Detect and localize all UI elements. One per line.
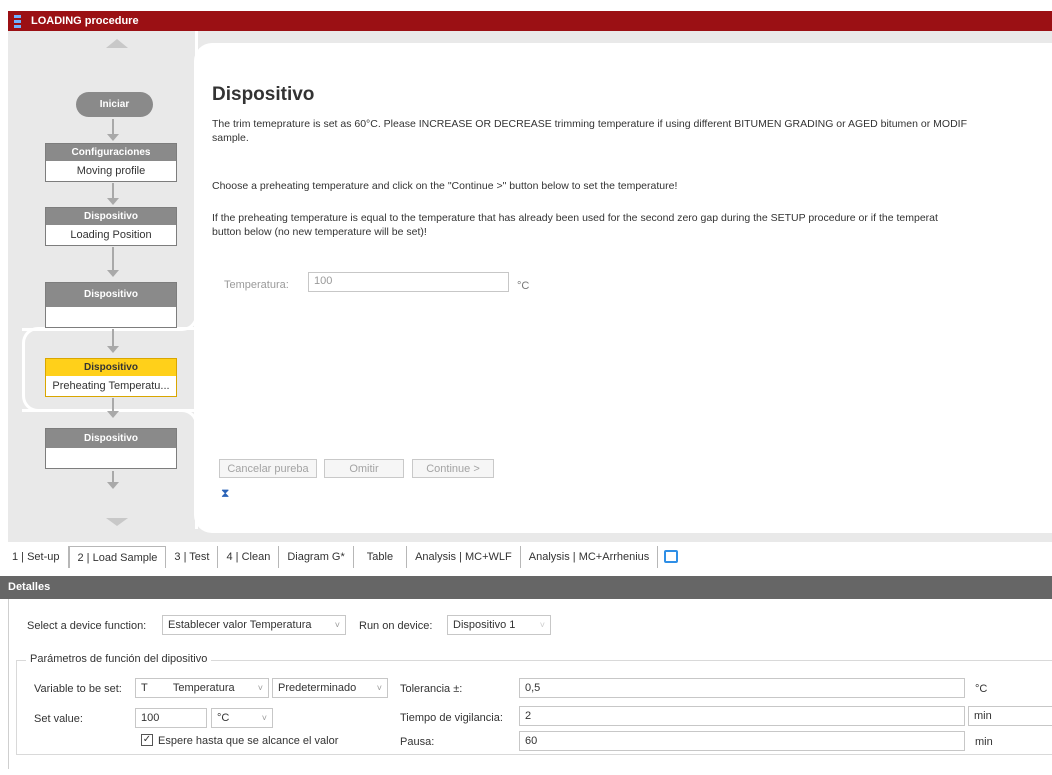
window-titlebar: LOADING procedure xyxy=(8,11,1052,31)
flow-arrow xyxy=(107,471,119,489)
tab-table[interactable]: Table xyxy=(353,546,408,568)
set-unit-select[interactable]: °C ˅ xyxy=(211,708,273,728)
flow-node-head: Dispositivo xyxy=(46,208,176,225)
instruction-text-3: If the preheating temperature is equal t… xyxy=(212,212,938,224)
flow-node-head: Dispositivo xyxy=(46,283,176,307)
flow-node-body xyxy=(46,448,176,468)
flow-node-configuraciones[interactable]: Configuraciones Moving profile xyxy=(45,143,177,182)
window-title: LOADING procedure xyxy=(31,15,139,27)
pause-unit: min xyxy=(975,736,993,748)
cancel-test-button[interactable]: Cancelar pureba xyxy=(219,459,317,478)
flow-node-body: Loading Position xyxy=(70,229,152,241)
tab-load-sample[interactable]: 2 | Load Sample xyxy=(68,546,167,568)
tolerance-input[interactable]: 0,5 xyxy=(519,678,965,698)
temperature-input[interactable]: 100 xyxy=(308,272,509,292)
chevron-down-icon: ˅ xyxy=(261,713,267,723)
active-step-bracket-lower xyxy=(22,409,198,529)
device-params-group-label: Parámetros de función del dipositivo xyxy=(26,653,212,665)
flow-arrow xyxy=(107,119,119,141)
variable-value: Temperatura xyxy=(172,682,235,694)
watch-time-unit-value: min xyxy=(974,710,992,722)
variable-select[interactable]: T Temperatura ˅ xyxy=(135,678,269,698)
device-function-value: Establecer valor Temperatura xyxy=(168,619,312,631)
flow-node-body: Preheating Temperatu... xyxy=(52,380,170,392)
run-on-device-label: Run on device: xyxy=(359,620,433,632)
procedure-tabs: 1 | Set-up 2 | Load Sample 3 | Test 4 | … xyxy=(8,546,679,568)
tolerance-unit: °C xyxy=(975,683,988,695)
variable-mode-value: Predeterminado xyxy=(278,682,357,694)
details-header: Detalles xyxy=(0,576,1052,599)
tab-diagram-g[interactable]: Diagram G* xyxy=(279,546,354,568)
set-value-input[interactable]: 100 xyxy=(135,708,207,728)
flow-node-dispositivo-5[interactable]: Dispositivo xyxy=(45,428,177,469)
watch-time-unit-select[interactable]: min xyxy=(968,706,1052,726)
flow-node-dispositivo-3[interactable]: Dispositivo xyxy=(45,282,177,328)
tolerance-label: Tolerancia ±: xyxy=(400,683,463,695)
tab-test[interactable]: 3 | Test xyxy=(166,546,219,568)
wait-checkbox[interactable]: ✓ xyxy=(141,734,153,746)
set-value-label: Set value: xyxy=(34,713,83,725)
set-unit-value: °C xyxy=(217,712,230,724)
chevron-down-icon: ˅ xyxy=(539,620,545,630)
chevron-down-icon: ˅ xyxy=(376,683,382,693)
device-function-select[interactable]: Establecer valor Temperatura ˅ xyxy=(162,615,346,635)
flow-arrow xyxy=(107,398,119,418)
tab-set-up[interactable]: 1 | Set-up xyxy=(8,546,69,568)
watch-time-label: Tiempo de vigilancia: xyxy=(400,712,503,724)
run-on-device-select[interactable]: Dispositivo 1 ˅ xyxy=(447,615,551,635)
instruction-text-3b: button below (no new temperature will be… xyxy=(212,226,427,238)
scroll-down-arrow-icon[interactable] xyxy=(106,518,128,526)
add-tab-icon[interactable] xyxy=(664,550,679,563)
tab-clean[interactable]: 4 | Clean xyxy=(218,546,280,568)
instruction-text-1: The trim temeprature is set as 60°C. Ple… xyxy=(212,118,967,130)
tab-analysis-arrhenius[interactable]: Analysis | MC+Arrhenius xyxy=(520,546,659,568)
temperature-label: Temperatura: xyxy=(224,279,289,291)
continue-button[interactable]: Continue > xyxy=(412,459,494,478)
wait-label: Espere hasta que se alcance el valor xyxy=(158,735,339,747)
flow-arrow xyxy=(107,247,119,277)
instruction-text-1b: sample. xyxy=(212,132,249,144)
flow-node-preheating-temperature[interactable]: Dispositivo Preheating Temperatu... xyxy=(45,358,177,397)
flow-node-loading-position[interactable]: Dispositivo Loading Position xyxy=(45,207,177,246)
chevron-down-icon: ˅ xyxy=(257,683,263,693)
step-heading: Dispositivo xyxy=(212,84,315,105)
pause-input[interactable]: 60 xyxy=(519,731,965,751)
variable-mode-select[interactable]: Predeterminado ˅ xyxy=(272,678,388,698)
flow-arrow xyxy=(107,329,119,353)
flow-node-body: Moving profile xyxy=(76,165,146,177)
flow-arrow xyxy=(107,183,119,205)
run-on-device-value: Dispositivo 1 xyxy=(453,619,516,631)
procedure-area: Iniciar Configuraciones Moving profile D… xyxy=(8,31,1052,542)
flow-start-node[interactable]: Iniciar xyxy=(76,92,153,117)
app-icon xyxy=(14,14,21,28)
flow-node-body xyxy=(46,307,176,327)
watch-time-input[interactable]: 2 xyxy=(519,706,965,726)
instruction-text-2: Choose a preheating temperature and clic… xyxy=(212,180,678,192)
skip-button[interactable]: Omitir xyxy=(324,459,404,478)
device-function-label: Select a device function: xyxy=(27,620,147,632)
variable-symbol: T xyxy=(141,682,148,694)
temperature-unit: °C xyxy=(517,280,530,292)
flow-node-head: Dispositivo xyxy=(46,429,176,448)
chevron-down-icon: ˅ xyxy=(334,620,340,630)
pause-label: Pausa: xyxy=(400,736,435,748)
flow-node-head: Configuraciones xyxy=(46,144,176,161)
flow-node-head: Dispositivo xyxy=(46,359,176,376)
hourglass-icon: ⧗ xyxy=(221,486,230,500)
tab-analysis-wlf[interactable]: Analysis | MC+WLF xyxy=(407,546,521,568)
variable-label: Variable to be set: xyxy=(34,683,122,695)
